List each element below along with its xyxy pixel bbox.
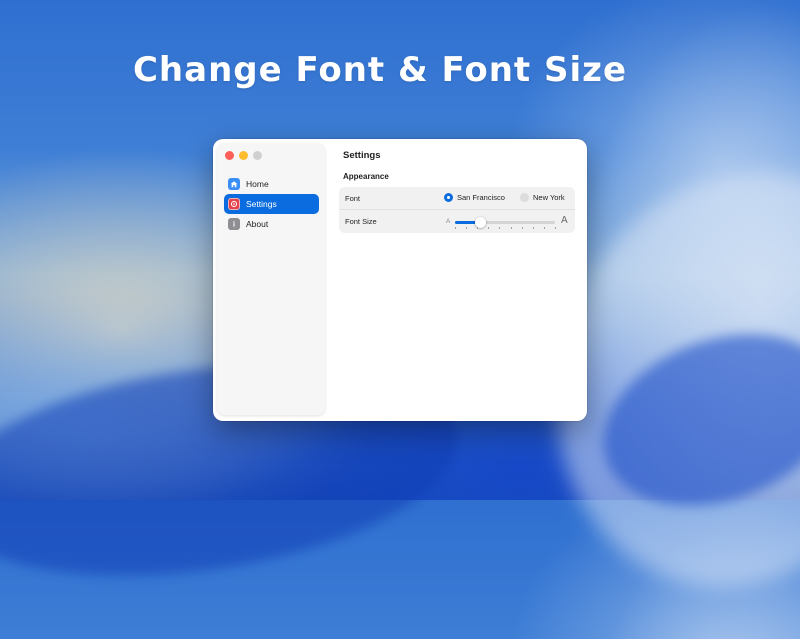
font-option-new-york[interactable]: New York: [520, 193, 565, 202]
font-size-slider[interactable]: [455, 217, 555, 228]
font-option-san-francisco[interactable]: San Francisco: [444, 193, 505, 202]
sidebar-nav: Home Settings About: [224, 174, 319, 234]
slider-tick: [510, 227, 512, 229]
slider-tick: [521, 227, 523, 229]
sidebar-item-about[interactable]: About: [224, 214, 319, 234]
radio-selected-icon: [444, 193, 453, 202]
window-controls: [225, 151, 262, 160]
slider-tick: [499, 227, 501, 229]
slider-tick: [543, 227, 545, 229]
font-label: Font: [345, 194, 361, 203]
main-content: Settings Appearance Font San Francisco N…: [331, 139, 587, 421]
slider-tick: [477, 227, 479, 229]
sidebar-item-home[interactable]: Home: [224, 174, 319, 194]
slider-tick: [455, 227, 456, 229]
app-window: Home Settings About Settings Appearance …: [213, 139, 587, 421]
sidebar-item-label: Home: [246, 179, 269, 189]
slider-tick: [532, 227, 534, 229]
large-text-glyph: A: [561, 215, 568, 226]
slider-tick: [466, 227, 468, 229]
house-icon: [228, 178, 240, 190]
sidebar: Home Settings About: [217, 143, 325, 415]
font-size-label: Font Size: [345, 217, 377, 226]
radio-unselected-icon: [520, 193, 529, 202]
section-title: Appearance: [343, 172, 389, 181]
appearance-group: Font San Francisco New York Font Size A: [339, 187, 575, 233]
info-icon: [228, 218, 240, 230]
font-option-label: New York: [533, 193, 565, 202]
settings-icon: [228, 198, 240, 210]
minimize-button[interactable]: [239, 151, 248, 160]
page-title: Settings: [343, 150, 381, 161]
font-row: Font San Francisco New York: [339, 187, 575, 210]
sidebar-item-label: Settings: [246, 199, 277, 209]
font-option-label: San Francisco: [457, 193, 505, 202]
headline: Change Font & Font Size: [132, 50, 628, 90]
zoom-button[interactable]: [253, 151, 262, 160]
slider-tick: [555, 227, 556, 229]
sidebar-item-label: About: [246, 219, 269, 229]
slider-ticks: [455, 227, 556, 229]
close-button[interactable]: [225, 151, 234, 160]
slider-tick: [488, 227, 490, 229]
font-size-row: Font Size A A: [339, 210, 575, 233]
small-text-glyph: A: [446, 218, 451, 225]
sidebar-item-settings[interactable]: Settings: [224, 194, 319, 214]
